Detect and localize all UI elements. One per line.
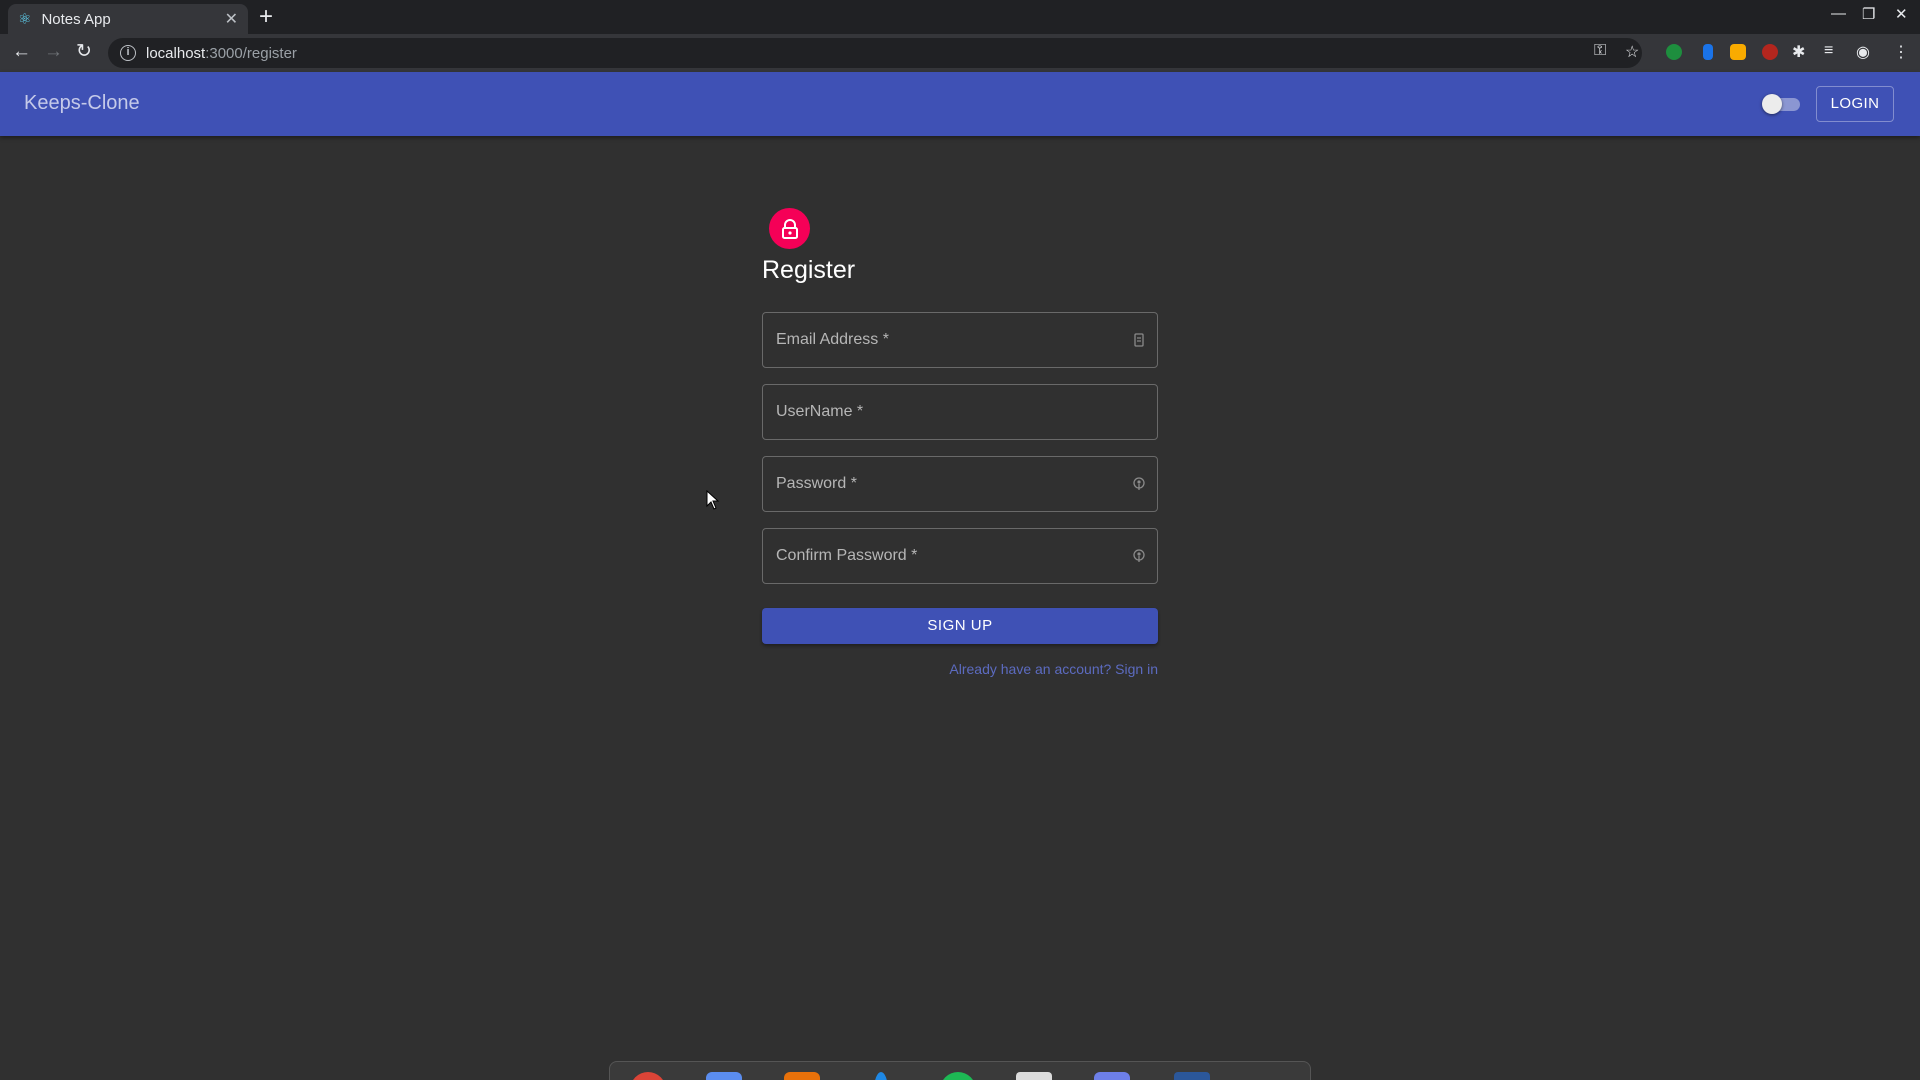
dock-app-icon[interactable] — [630, 1072, 666, 1080]
browser-toolbar: ← → ↻ i localhost:3000/register ⚿ ☆ ✱ ≡ … — [0, 34, 1920, 72]
star-icon[interactable]: ☆ — [1625, 42, 1639, 62]
tab-close-icon[interactable]: ✕ — [225, 9, 238, 29]
mouse-cursor-icon — [706, 490, 720, 510]
email-input[interactable] — [763, 313, 1157, 367]
menu-icon[interactable]: ⋮ — [1893, 42, 1909, 62]
extension-blue-icon[interactable] — [1703, 44, 1713, 60]
password-field[interactable] — [762, 456, 1158, 512]
restore-icon[interactable]: ❐ — [1862, 5, 1875, 23]
autofill-icon[interactable] — [1131, 332, 1147, 348]
username-input[interactable] — [763, 385, 1157, 439]
minimize-icon[interactable]: — — [1831, 5, 1846, 22]
url-path: :3000/register — [205, 44, 297, 62]
confirm-password-input[interactable] — [763, 529, 1157, 583]
url-host: localhost — [146, 44, 206, 62]
profile-icon[interactable]: ◉ — [1856, 42, 1870, 62]
reload-icon[interactable]: ↻ — [76, 42, 92, 62]
forward-icon[interactable]: → — [44, 42, 63, 62]
dock-app-icon[interactable] — [874, 1072, 888, 1080]
lock-icon — [781, 218, 798, 239]
dock-app-icon[interactable] — [1094, 1072, 1130, 1080]
media-icon[interactable]: ≡ — [1824, 42, 1833, 60]
extension-yellow-icon[interactable] — [1730, 44, 1746, 60]
dock-app-icon[interactable] — [1174, 1072, 1210, 1080]
browser-tab-bar: ⚛ Notes App ✕ + — ❐ ✕ — [0, 0, 1920, 34]
react-icon: ⚛ — [18, 11, 32, 28]
login-button[interactable]: LOGIN — [1816, 86, 1894, 122]
lock-avatar — [769, 208, 810, 249]
puzzle-icon[interactable]: ✱ — [1792, 42, 1805, 62]
password-manager-icon[interactable] — [1131, 476, 1147, 492]
new-tab-button[interactable]: + — [259, 3, 273, 31]
username-field[interactable] — [762, 384, 1158, 440]
sign-in-link[interactable]: Already have an account? Sign in — [949, 661, 1158, 677]
email-field[interactable] — [762, 312, 1158, 368]
extension-red-icon[interactable] — [1762, 44, 1778, 60]
theme-toggle[interactable] — [1762, 94, 1800, 114]
dock-app-icon[interactable] — [784, 1072, 820, 1080]
page-title: Register — [762, 256, 856, 284]
desktop-dock — [609, 1061, 1311, 1080]
site-info-icon[interactable]: i — [120, 45, 136, 61]
dock-app-icon[interactable] — [706, 1072, 742, 1080]
password-manager-icon[interactable] — [1131, 548, 1147, 564]
dock-app-icon[interactable] — [1016, 1072, 1052, 1080]
app-brand[interactable]: Keeps-Clone — [24, 92, 140, 115]
confirm-password-field[interactable] — [762, 528, 1158, 584]
back-icon[interactable]: ← — [12, 42, 31, 62]
close-icon[interactable]: ✕ — [1895, 5, 1908, 23]
extension-green-icon[interactable] — [1666, 44, 1682, 60]
key-icon[interactable]: ⚿ — [1594, 42, 1606, 60]
sign-up-button[interactable]: SIGN UP — [762, 608, 1158, 644]
app-bar: Keeps-Clone LOGIN — [0, 72, 1920, 136]
dock-app-icon[interactable] — [940, 1072, 976, 1080]
browser-tab[interactable]: ⚛ Notes App ✕ — [8, 4, 248, 34]
address-bar[interactable]: i localhost:3000/register — [108, 38, 1642, 68]
tab-title: Notes App — [41, 10, 111, 28]
password-input[interactable] — [763, 457, 1157, 511]
toggle-thumb — [1762, 94, 1782, 114]
